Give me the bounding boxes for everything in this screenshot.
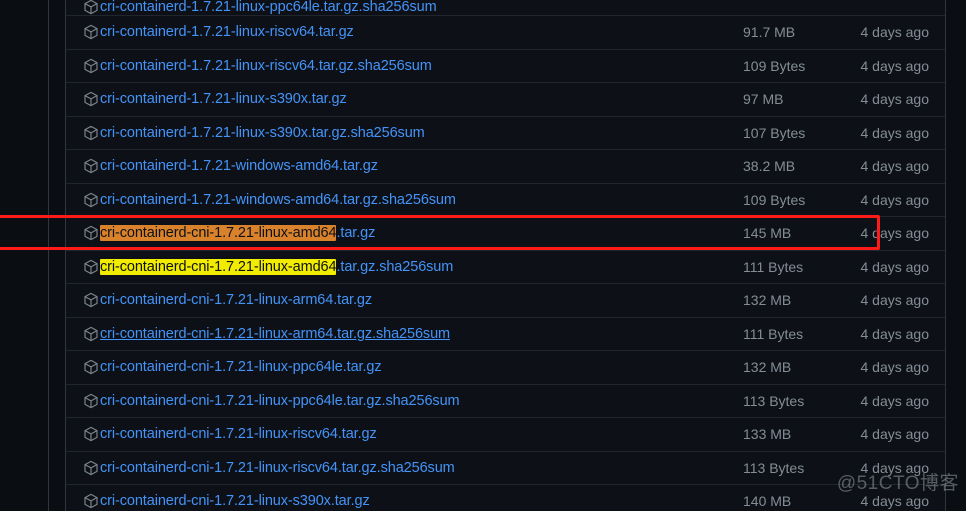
asset-size: 140 MB [743,493,792,510]
package-icon [83,460,99,476]
asset-size: 91.7 MB [743,24,796,41]
asset-size: 113 Bytes [743,392,805,409]
package-icon [83,58,99,74]
asset-date: 4 days ago [860,459,930,476]
asset-name-link[interactable]: cri-containerd-cni-1.7.21-linux-amd64.ta… [100,258,661,275]
asset-name-link[interactable]: cri-containerd-cni-1.7.21-linux-ppc64le.… [100,359,661,375]
asset-name-suffix: .tar.gz [336,225,376,242]
asset-date: 4 days ago [860,91,930,108]
asset-name-link[interactable]: cri-containerd-1.7.21-linux-riscv64.tar.… [100,24,661,40]
asset-row[interactable]: cri-containerd-1.7.21-linux-riscv64.tar.… [66,50,945,83]
package-icon [83,91,99,107]
asset-name-link[interactable]: cri-containerd-cni-1.7.21-linux-arm64.ta… [100,326,661,342]
asset-row[interactable]: cri-containerd-cni-1.7.21-linux-amd64.ta… [66,251,945,284]
asset-name-link[interactable]: cri-containerd-cni-1.7.21-linux-arm64.ta… [100,292,661,308]
asset-date: 4 days ago [860,426,930,443]
package-icon [83,359,99,375]
asset-row[interactable]: cri-containerd-1.7.21-windows-amd64.tar.… [66,184,945,217]
asset-name-link[interactable]: cri-containerd-1.7.21-linux-s390x.tar.gz… [100,125,661,141]
asset-size: 113 Bytes [743,459,805,476]
asset-size: 111 Bytes [743,258,804,275]
asset-row[interactable]: cri-containerd-1.7.21-linux-ppc64le.tar.… [66,0,945,16]
asset-row[interactable]: cri-containerd-1.7.21-linux-riscv64.tar.… [66,16,945,50]
asset-date: 4 days ago [860,493,930,510]
package-icon [83,0,99,15]
asset-row[interactable]: cri-containerd-cni-1.7.21-linux-riscv64.… [66,418,945,452]
package-icon [83,24,99,40]
asset-size: 132 MB [743,292,792,309]
asset-name-link[interactable]: cri-containerd-1.7.21-linux-ppc64le.tar.… [100,0,661,15]
package-icon [83,426,99,442]
asset-row[interactable]: cri-containerd-cni-1.7.21-linux-s390x.ta… [66,485,945,511]
asset-name-link[interactable]: cri-containerd-1.7.21-windows-amd64.tar.… [100,192,661,208]
release-assets-list[interactable]: cri-containerd-1.7.21-linux-ppc64le.tar.… [65,0,946,511]
asset-date: 4 days ago [860,124,930,141]
asset-row[interactable]: cri-containerd-cni-1.7.21-linux-ppc64le.… [66,351,945,385]
asset-date: 4 days ago [860,359,930,376]
asset-name-link[interactable]: cri-containerd-1.7.21-linux-riscv64.tar.… [100,58,661,74]
asset-row[interactable]: cri-containerd-cni-1.7.21-linux-ppc64le.… [66,385,945,418]
package-icon [83,393,99,409]
package-icon [83,292,99,308]
asset-size: 109 Bytes [743,57,806,74]
package-icon [83,493,99,509]
asset-row[interactable]: cri-containerd-cni-1.7.21-linux-amd64.ta… [66,217,945,251]
asset-date: 4 days ago [860,158,930,175]
asset-size: 133 MB [743,426,792,443]
asset-row[interactable]: cri-containerd-1.7.21-linux-s390x.tar.gz… [66,117,945,150]
release-assets-screen: cri-containerd-1.7.21-linux-ppc64le.tar.… [0,0,966,511]
package-icon [83,158,99,174]
asset-size: 145 MB [743,225,792,242]
asset-row[interactable]: cri-containerd-cni-1.7.21-linux-arm64.ta… [66,318,945,351]
asset-row[interactable]: cri-containerd-1.7.21-windows-amd64.tar.… [66,150,945,184]
asset-size: 97 MB [743,91,784,108]
asset-date: 4 days ago [860,325,930,342]
package-icon [83,192,99,208]
asset-size: 111 Bytes [743,325,804,342]
asset-date: 4 days ago [860,191,930,208]
asset-name-suffix: .tar.gz.sha256sum [336,258,454,275]
asset-date: 4 days ago [860,225,930,242]
asset-date: 4 days ago [860,392,930,409]
asset-name-link[interactable]: cri-containerd-cni-1.7.21-linux-riscv64.… [100,460,661,476]
asset-name-link[interactable]: cri-containerd-1.7.21-linux-s390x.tar.gz [100,91,661,107]
asset-date: 4 days ago [860,57,930,74]
asset-size: 109 Bytes [743,191,806,208]
asset-name-link[interactable]: cri-containerd-cni-1.7.21-linux-s390x.ta… [100,493,661,509]
package-icon [83,225,99,241]
asset-name-link[interactable]: cri-containerd-cni-1.7.21-linux-ppc64le.… [100,393,661,409]
package-icon [83,326,99,342]
asset-row[interactable]: cri-containerd-1.7.21-linux-s390x.tar.gz… [66,83,945,117]
asset-size: 132 MB [743,359,792,376]
asset-name-link[interactable]: cri-containerd-cni-1.7.21-linux-amd64.ta… [100,225,661,242]
asset-size: 38.2 MB [743,158,796,175]
asset-name-link[interactable]: cri-containerd-cni-1.7.21-linux-riscv64.… [100,426,661,442]
search-match-highlight: cri-containerd-cni-1.7.21-linux-amd64 [100,258,337,275]
layout-guide-rule [48,0,49,511]
asset-date: 4 days ago [860,258,930,275]
asset-size: 107 Bytes [743,124,806,141]
asset-date: 4 days ago [860,292,930,309]
package-icon [83,125,99,141]
asset-row[interactable]: cri-containerd-cni-1.7.21-linux-arm64.ta… [66,284,945,318]
package-icon [83,259,99,275]
asset-name-link[interactable]: cri-containerd-1.7.21-windows-amd64.tar.… [100,158,661,174]
asset-row[interactable]: cri-containerd-cni-1.7.21-linux-riscv64.… [66,452,945,485]
search-match-highlight: cri-containerd-cni-1.7.21-linux-amd64 [100,225,337,242]
asset-date: 4 days ago [860,24,930,41]
